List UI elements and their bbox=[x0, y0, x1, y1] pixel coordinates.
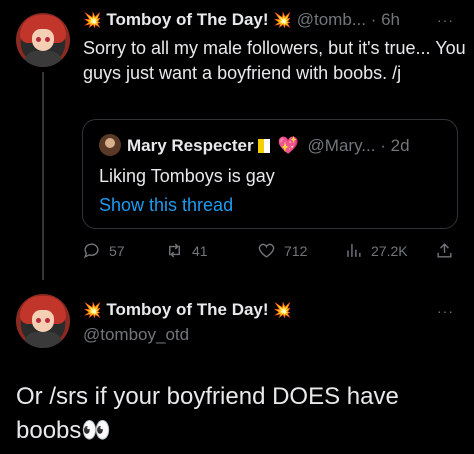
reply-count: 57 bbox=[109, 242, 125, 259]
quoted-user-handle: @Mary... bbox=[307, 136, 376, 155]
timestamp[interactable]: 6h bbox=[381, 10, 400, 29]
quoted-tweet-card[interactable]: Mary Respecter 💖 @Mary... · 2d Liking Tom… bbox=[82, 119, 458, 229]
show-thread-link[interactable]: Show this thread bbox=[99, 195, 233, 216]
reply-display-name[interactable]: Tomboy of The Day! bbox=[106, 300, 268, 319]
flag-icon bbox=[257, 139, 270, 153]
more-options-icon[interactable]: ··· bbox=[437, 303, 454, 319]
separator-dot: · bbox=[370, 10, 377, 29]
bar-chart-icon bbox=[347, 244, 361, 257]
quoted-tweet-header: Mary Respecter 💖 @Mary... · 2d bbox=[99, 134, 410, 156]
retweet-count: 41 bbox=[192, 242, 208, 259]
quoted-author-avatar bbox=[99, 134, 121, 156]
reply-icon bbox=[83, 243, 99, 259]
quoted-display-name: Mary Respecter bbox=[127, 136, 254, 155]
retweet-button[interactable]: 41 bbox=[165, 241, 208, 260]
reply-author-avatar[interactable] bbox=[16, 294, 70, 348]
sparkle-icon: 💥 bbox=[83, 302, 102, 319]
tweet-action-bar: 57 41 712 27.2K bbox=[82, 241, 462, 265]
sparkle-icon: 💥 bbox=[83, 12, 102, 29]
heart-icon bbox=[258, 243, 275, 258]
separator-dot: · bbox=[380, 136, 386, 155]
sparkle-icon: 💥 bbox=[273, 12, 292, 29]
like-count: 712 bbox=[284, 242, 308, 259]
tweet-header: 💥 Tomboy of The Day! 💥 @tomb... · 6h bbox=[83, 10, 400, 30]
views-count: 27.2K bbox=[371, 242, 408, 259]
more-options-icon[interactable]: ··· bbox=[437, 12, 454, 28]
tweet-text: Sorry to all my male followers, but it's… bbox=[83, 38, 466, 83]
author-avatar[interactable] bbox=[16, 13, 70, 67]
heart-emoji-icon: 💖 bbox=[277, 136, 299, 155]
user-handle[interactable]: @tomb... bbox=[297, 10, 366, 29]
quoted-timestamp: 2d bbox=[390, 136, 410, 155]
thread-connector-line bbox=[42, 72, 44, 280]
share-button[interactable] bbox=[435, 241, 454, 260]
reply-header: 💥 Tomboy of The Day! 💥 bbox=[83, 300, 292, 320]
views-button[interactable]: 27.2K bbox=[344, 241, 408, 260]
retweet-icon bbox=[169, 243, 180, 258]
sparkle-icon: 💥 bbox=[273, 302, 292, 319]
reply-text: Or /srs if your boyfriend DOES have boob… bbox=[16, 383, 399, 444]
like-button[interactable]: 712 bbox=[257, 241, 307, 260]
reply-user-handle[interactable]: @tomboy_otd bbox=[83, 325, 189, 345]
share-icon bbox=[437, 243, 452, 258]
reply-button[interactable]: 57 bbox=[82, 241, 125, 260]
display-name[interactable]: Tomboy of The Day! bbox=[106, 10, 268, 29]
quoted-tweet-text: Liking Tomboys is gay bbox=[99, 166, 275, 186]
